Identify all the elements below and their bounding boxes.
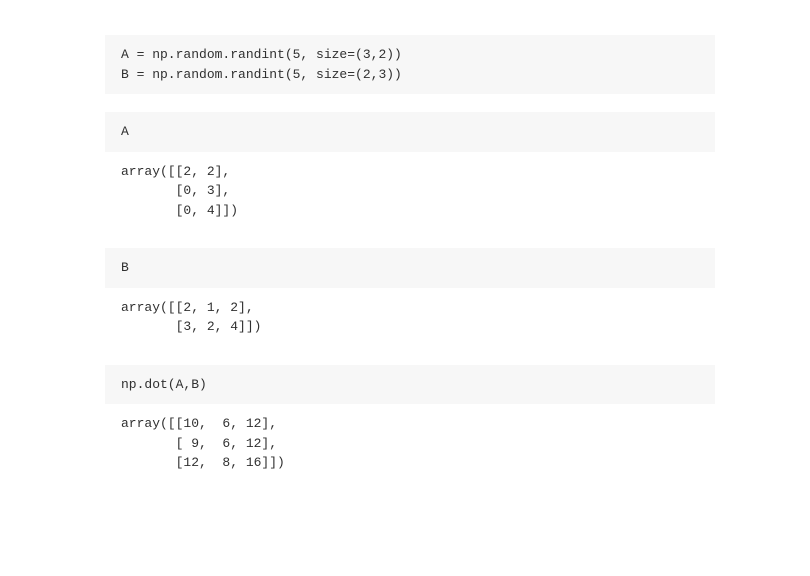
code-cell-input[interactable]: A [105,112,715,152]
code-cell-input[interactable]: np.dot(A,B) [105,365,715,405]
code-cell-output: array([[10, 6, 12], [ 9, 6, 12], [12, 8,… [105,404,715,483]
code-cell-input[interactable]: A = np.random.randint(5, size=(3,2)) B =… [105,35,715,94]
notebook-container: A = np.random.randint(5, size=(3,2)) B =… [0,35,810,483]
code-cell-input[interactable]: B [105,248,715,288]
code-cell-output: array([[2, 2], [0, 3], [0, 4]]) [105,152,715,231]
code-cell-output: array([[2, 1, 2], [3, 2, 4]]) [105,288,715,347]
cell-gap [105,94,715,112]
